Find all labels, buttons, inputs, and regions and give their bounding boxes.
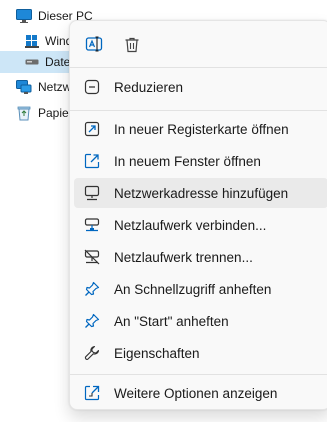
quick-actions-bar: [70, 29, 327, 59]
menu-item-more-options[interactable]: Weitere Optionen anzeigen: [74, 378, 327, 408]
monitor-icon: [16, 8, 32, 24]
map-network-drive-icon: [84, 217, 100, 233]
menu-item-pin-quick-access[interactable]: An Schnellzugriff anheften: [74, 274, 327, 304]
menu-item-label: Reduzieren: [114, 79, 184, 95]
menu-item-properties[interactable]: Eigenschaften: [74, 338, 327, 368]
pin-icon: [84, 281, 100, 297]
menu-separator: [70, 67, 327, 68]
collapse-icon: [84, 79, 100, 95]
menu-separator: [70, 374, 327, 375]
menu-separator: [70, 110, 327, 111]
menu-item-reduzieren[interactable]: Reduzieren: [74, 72, 327, 102]
add-network-location-icon: [84, 185, 100, 201]
rename-icon: [85, 35, 103, 53]
network-icon: [16, 79, 32, 95]
rename-button[interactable]: [79, 29, 109, 59]
menu-item-label: Weitere Optionen anzeigen: [114, 385, 278, 401]
windows-drive-icon: [25, 33, 39, 49]
menu-item-add-network-location[interactable]: Netzwerkadresse hinzufügen: [74, 178, 327, 208]
menu-item-label: An Schnellzugriff anheften: [114, 281, 272, 297]
menu-item-pin-start[interactable]: An "Start" anheften: [74, 306, 327, 336]
menu-item-label: An "Start" anheften: [114, 313, 229, 329]
open-new-tab-icon: [84, 121, 100, 137]
more-options-icon: [84, 385, 100, 401]
menu-item-disconnect-network-drive[interactable]: Netzlaufwerk trennen...: [74, 242, 327, 272]
trash-icon: [124, 36, 140, 53]
menu-item-open-new-tab[interactable]: In neuer Registerkarte öffnen: [74, 114, 327, 144]
menu-item-label: In neuem Fenster öffnen: [114, 153, 261, 169]
delete-button[interactable]: [117, 29, 147, 59]
drive-icon: [25, 54, 39, 70]
context-menu: Reduzieren In neuer Registerkarte öffnen…: [69, 20, 327, 410]
menu-item-label: Eigenschaften: [114, 345, 200, 361]
open-new-window-icon: [84, 153, 100, 169]
menu-item-map-network-drive[interactable]: Netzlaufwerk verbinden...: [74, 210, 327, 240]
recycle-bin-icon: [16, 105, 32, 121]
menu-item-open-new-window[interactable]: In neuem Fenster öffnen: [74, 146, 327, 176]
menu-item-label: Netzlaufwerk verbinden...: [114, 217, 267, 233]
menu-item-label: Netzwerkadresse hinzufügen: [114, 185, 289, 201]
pin-start-icon: [84, 313, 100, 329]
disconnect-network-drive-icon: [84, 249, 100, 265]
menu-item-label: Netzlaufwerk trennen...: [114, 249, 253, 265]
wrench-icon: [84, 345, 100, 361]
menu-item-label: In neuer Registerkarte öffnen: [114, 121, 289, 137]
